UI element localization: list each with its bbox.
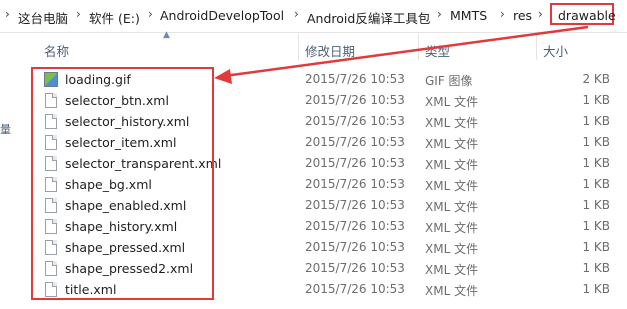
- file-size: 1 KB: [582, 135, 610, 149]
- file-date: 2015/7/26 10:53: [305, 93, 405, 107]
- file-type: GIF 图像: [425, 74, 473, 88]
- file-type: XML 文件: [425, 116, 479, 130]
- column-divider[interactable]: [298, 34, 299, 60]
- file-size: 2 KB: [582, 72, 610, 86]
- breadcrumb-drawable[interactable]: drawable: [558, 8, 616, 23]
- file-type: XML 文件: [425, 200, 479, 214]
- file-type: XML 文件: [425, 263, 479, 277]
- breadcrumb-res[interactable]: res: [513, 8, 532, 23]
- file-size: 1 KB: [582, 114, 610, 128]
- column-header-size[interactable]: 大小: [543, 41, 568, 60]
- breadcrumb-mmts[interactable]: MMTS: [450, 8, 487, 23]
- file-date: 2015/7/26 10:53: [305, 198, 405, 212]
- navigation-pane-fragment: 量: [0, 123, 11, 136]
- file-type: XML 文件: [425, 284, 479, 298]
- file-size: 1 KB: [582, 198, 610, 212]
- chevron-right-icon[interactable]: ›: [148, 7, 153, 21]
- chevron-right-icon[interactable]: ›: [538, 7, 543, 21]
- file-type: XML 文件: [425, 242, 479, 256]
- file-date: 2015/7/26 10:53: [305, 156, 405, 170]
- file-type: XML 文件: [425, 137, 479, 151]
- file-size: 1 KB: [582, 156, 610, 170]
- chevron-right-icon[interactable]: ›: [76, 7, 81, 21]
- file-size: 1 KB: [582, 240, 610, 254]
- breadcrumb-drawable-highlight[interactable]: drawable: [550, 3, 616, 25]
- file-type: XML 文件: [425, 95, 479, 109]
- file-size: 1 KB: [582, 219, 610, 233]
- breadcrumb-decompile-toolkit[interactable]: Android反编译工具包: [307, 8, 430, 27]
- sort-ascending-icon: ▲: [163, 30, 170, 40]
- column-divider[interactable]: [536, 34, 537, 60]
- column-header-name[interactable]: 名称: [44, 41, 69, 60]
- annotation-highlight-box: [31, 67, 214, 300]
- file-size: 1 KB: [582, 177, 610, 191]
- chevron-right-icon[interactable]: ›: [437, 7, 442, 21]
- file-date: 2015/7/26 10:53: [305, 114, 405, 128]
- column-header-type[interactable]: 类型: [425, 41, 450, 60]
- file-date: 2015/7/26 10:53: [305, 177, 405, 191]
- file-date: 2015/7/26 10:53: [305, 282, 405, 296]
- file-type: XML 文件: [425, 158, 479, 172]
- file-date: 2015/7/26 10:53: [305, 240, 405, 254]
- chevron-right-icon[interactable]: ›: [500, 7, 505, 21]
- file-size: 1 KB: [582, 282, 610, 296]
- file-size: 1 KB: [582, 93, 610, 107]
- breadcrumb-android-develop-tool[interactable]: AndroidDevelopTool: [160, 8, 284, 23]
- file-type: XML 文件: [425, 221, 479, 235]
- breadcrumb-this-pc[interactable]: 这台电脑: [18, 8, 68, 27]
- breadcrumb-drive-e[interactable]: 软件 (E:): [89, 8, 140, 27]
- column-divider[interactable]: [418, 34, 419, 60]
- column-header-date[interactable]: 修改日期: [305, 41, 355, 60]
- file-type: XML 文件: [425, 179, 479, 193]
- file-size: 1 KB: [582, 261, 610, 275]
- file-date: 2015/7/26 10:53: [305, 219, 405, 233]
- address-bar[interactable]: › 这台电脑 › 软件 (E:) › AndroidDevelopTool › …: [0, 0, 627, 33]
- chevron-right-icon[interactable]: ›: [294, 7, 299, 21]
- file-date: 2015/7/26 10:53: [305, 135, 405, 149]
- chevron-right-icon[interactable]: ›: [5, 7, 10, 21]
- file-date: 2015/7/26 10:53: [305, 72, 405, 86]
- file-date: 2015/7/26 10:53: [305, 261, 405, 275]
